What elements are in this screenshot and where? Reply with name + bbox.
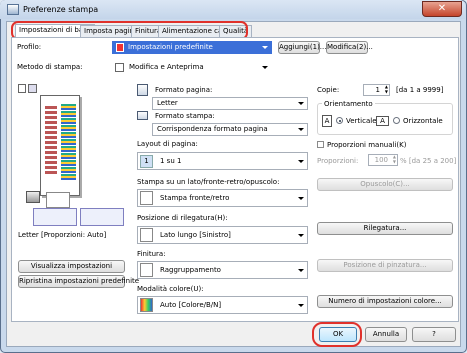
finishing-label: Finitura: (137, 250, 166, 258)
chevron-down-icon (262, 66, 268, 69)
restore-defaults-button[interactable]: Ripristina impostazioni predefinite (18, 275, 139, 288)
manual-scaling-checkbox[interactable] (317, 141, 324, 148)
color-mode-select[interactable]: Auto [Colore/B/N] (137, 296, 308, 314)
booklet-button[interactable]: Opuscolo(C)... (317, 178, 453, 191)
preview-caption: Letter [Proporzioni: Auto] (18, 231, 107, 239)
ok-highlight (312, 322, 362, 347)
landscape-icon: A (376, 116, 389, 126)
output-method-label: Metodo di stampa: (17, 63, 83, 71)
page-size-value: Letter (157, 99, 178, 107)
color-mode-value: Auto [Colore/B/N] (160, 301, 222, 309)
edit-preview-icon (115, 63, 124, 72)
color-mode-label: Modalità colore(U): (137, 285, 204, 293)
layout-icon: 1 (140, 155, 153, 168)
add-profile-button[interactable]: Aggiungi(1)... (278, 41, 326, 54)
title-bar: Preferenze stampa ✕ (0, 0, 465, 19)
view-toggle-icon[interactable] (18, 84, 26, 93)
output-method-select[interactable]: Modifica e Anteprima (112, 61, 272, 74)
horizontal-label: Orizzontale (403, 117, 443, 125)
horizontal-radio[interactable] (393, 117, 400, 124)
binding-value: Lato lungo [Sinistro] (160, 231, 231, 239)
chevron-down-icon (298, 160, 304, 163)
color-settings-button[interactable]: Numero di impostazioni colore... (317, 295, 453, 308)
staple-position-button[interactable]: Posizione di pinzatura... (317, 259, 453, 272)
profile-label: Profilo: (17, 43, 42, 51)
page-layout-value: 1 su 1 (160, 157, 182, 165)
page-preview (40, 95, 80, 196)
scaling-range: % [da 25 a 200] (400, 157, 457, 165)
chevron-down-icon (298, 128, 304, 131)
profile-value: Impostazioni predefinite (128, 43, 213, 51)
view-settings-button[interactable]: Visualizza impostazioni (18, 260, 125, 273)
binding-left-preview-icon (33, 208, 77, 226)
output-size-value: Corrispondenza formato pagina (157, 125, 268, 133)
cancel-button[interactable]: Annulla (365, 327, 407, 342)
vertical-label: Verticale (346, 117, 377, 125)
chevron-down-icon (298, 234, 304, 237)
color-mode-icon (140, 298, 153, 312)
duplex-icon (140, 191, 153, 205)
binding-button[interactable]: Rilegatura... (317, 222, 453, 235)
binding-label: Posizione di rilegatura(H): (137, 214, 228, 222)
chevron-down-icon (262, 46, 268, 49)
page-size-icon (137, 84, 148, 96)
help-button[interactable]: ? (412, 327, 456, 342)
printer-icon (7, 4, 19, 15)
page-size-label: Formato pagina: (155, 86, 213, 94)
page-layout-label: Layout di pagina: (137, 140, 198, 148)
page-layout-select[interactable]: 1 1 su 1 (137, 152, 308, 170)
printer-stack-icon (26, 191, 40, 203)
scaling-field-label: Proporzioni: (317, 157, 359, 165)
portrait-icon: A (322, 115, 332, 127)
chevron-down-icon (298, 269, 304, 272)
collate-icon (140, 263, 153, 277)
window-title: Preferenze stampa (23, 5, 99, 14)
chevron-down-icon (298, 197, 304, 200)
copies-range: [da 1 a 9999] (396, 86, 444, 94)
chevron-down-icon (298, 102, 304, 105)
printer-view-icon[interactable] (28, 84, 37, 93)
orientation-label: Orientamento (322, 100, 375, 108)
print-style-select[interactable]: Stampa fronte/retro (137, 189, 308, 207)
binding-right-preview-icon (80, 208, 124, 226)
chevron-down-icon (298, 304, 304, 307)
copies-label: Copie: (317, 86, 340, 94)
output-size-icon (137, 111, 148, 120)
binding-select[interactable]: Lato lungo [Sinistro] (137, 226, 308, 244)
output-size-label: Formato stampa: (155, 112, 215, 120)
output-size-select[interactable]: Corrispondenza formato pagina (152, 123, 308, 136)
finishing-select[interactable]: Raggruppamento (137, 261, 308, 279)
preview-content-left (45, 106, 57, 176)
print-style-label: Stampa su un lato/fronte-retro/opuscolo: (137, 178, 280, 186)
preview-content-right (61, 104, 76, 180)
page-size-select[interactable]: Letter (152, 97, 308, 110)
print-style-value: Stampa fronte/retro (160, 194, 230, 202)
window-close-button[interactable]: ✕ (422, 1, 462, 17)
binding-edge-icon (140, 228, 153, 242)
edit-profile-button[interactable]: Modifica(2)... (326, 41, 373, 54)
duplex-preview-icon (46, 192, 70, 208)
copies-spinner[interactable]: 1 (363, 84, 390, 96)
profile-select[interactable]: Impostazioni predefinite (112, 41, 272, 54)
scaling-spinner[interactable]: 100 (368, 154, 398, 166)
profile-icon (116, 43, 124, 52)
vertical-radio[interactable] (336, 117, 343, 124)
manual-scaling-label: Proporzioni manuali(K) (327, 141, 407, 149)
output-method-value: Modifica e Anteprima (129, 63, 204, 71)
finishing-value: Raggruppamento (160, 266, 221, 274)
